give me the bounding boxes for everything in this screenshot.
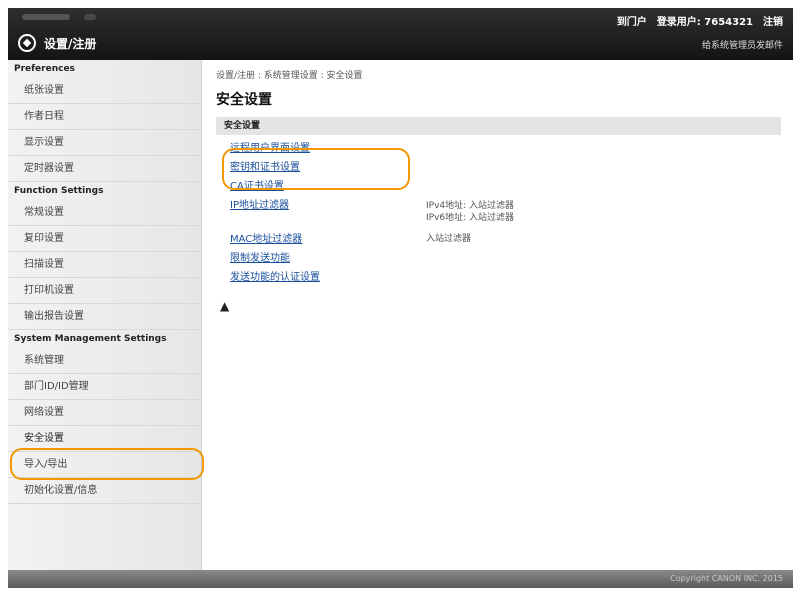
- app-title-label: 设置/注册: [44, 36, 97, 51]
- ip-address-filter-link[interactable]: IP地址过滤器: [230, 200, 289, 211]
- main-content: 设置/注册 : 系统管理设置 : 安全设置 安全设置 安全设置 远程用户界面设置…: [216, 60, 786, 313]
- mail-to-admin-link[interactable]: 给系统管理员发邮件: [702, 38, 783, 51]
- page-title: 安全设置: [216, 92, 272, 108]
- sidebar-section-function-settings: Function Settings: [14, 186, 104, 196]
- sidebar-item-system-management[interactable]: 系统管理: [8, 348, 201, 374]
- key-certificate-settings-link[interactable]: 密钥和证书设置: [230, 162, 300, 173]
- logout-link[interactable]: 注销: [763, 13, 783, 28]
- sidebar-section-system-management: System Management Settings: [14, 334, 167, 344]
- sidebar-item-network-settings[interactable]: 网络设置: [8, 400, 201, 426]
- restrict-send-function-link[interactable]: 限制发送功能: [230, 253, 290, 264]
- section-header: 安全设置: [216, 117, 781, 135]
- sidebar-item-scan-settings[interactable]: 扫描设置: [8, 252, 201, 278]
- list-item: IP地址过滤器 IPv4地址: 入站过滤器 IPv6地址: 入站过滤器: [230, 196, 786, 230]
- breadcrumb: 设置/注册 : 系统管理设置 : 安全设置: [216, 71, 363, 81]
- footer: Copyright CANON INC. 2015: [8, 570, 793, 588]
- settings-link-list: 远程用户界面设置 密钥和证书设置 CA证书设置 IP地址过滤器 IPv4地址: …: [216, 139, 786, 287]
- list-item: 远程用户界面设置: [230, 139, 786, 158]
- list-item: 发送功能的认证设置: [230, 268, 786, 287]
- remote-ui-settings-link[interactable]: 远程用户界面设置: [230, 143, 310, 154]
- header-links: 到门户 登录用户: 7654321 注销: [617, 13, 783, 28]
- mac-address-filter-link[interactable]: MAC地址过滤器: [230, 234, 302, 245]
- device-model: [22, 12, 96, 24]
- sidebar-item-timer-settings[interactable]: 定时器设置: [8, 156, 201, 182]
- settings-icon: [18, 34, 36, 52]
- list-item: MAC地址过滤器 入站过滤器: [230, 230, 786, 249]
- ip-filter-note: IPv4地址: 入站过滤器 IPv6地址: 入站过滤器: [426, 201, 515, 223]
- sidebar-item-import-export[interactable]: 导入/导出: [8, 452, 201, 478]
- portal-link[interactable]: 到门户: [617, 13, 647, 28]
- send-auth-settings-link[interactable]: 发送功能的认证设置: [230, 272, 320, 283]
- sidebar-item-printer-settings[interactable]: 打印机设置: [8, 278, 201, 304]
- sidebar-item-department-id[interactable]: 部门ID/ID管理: [8, 374, 201, 400]
- sidebar: Preferences 纸张设置 作者日程 显示设置 定时器设置 Functio…: [8, 60, 202, 570]
- app-title: 设置/注册: [18, 34, 96, 52]
- list-item: CA证书设置: [230, 177, 786, 196]
- list-item: 密钥和证书设置: [230, 158, 786, 177]
- copyright-text: Copyright CANON INC. 2015: [670, 574, 783, 583]
- mac-filter-note: 入站过滤器: [426, 234, 472, 244]
- sidebar-item-output-report-settings[interactable]: 输出报告设置: [8, 304, 201, 330]
- list-item: 限制发送功能: [230, 249, 786, 268]
- sidebar-item-initialize-settings[interactable]: 初始化设置/信息: [8, 478, 201, 504]
- top-header: 到门户 登录用户: 7654321 注销 设置/注册 给系统管理员发邮件: [8, 8, 793, 60]
- sidebar-item-common-settings[interactable]: 常规设置: [8, 200, 201, 226]
- sidebar-item-display-settings[interactable]: 作者日程: [8, 104, 201, 130]
- sidebar-item-paper-settings[interactable]: 纸张设置: [8, 78, 201, 104]
- sidebar-item-security-settings[interactable]: 安全设置: [8, 426, 201, 452]
- sidebar-item-display[interactable]: 显示设置: [8, 130, 201, 156]
- sidebar-section-preferences: Preferences: [14, 64, 75, 74]
- sidebar-item-copy-settings[interactable]: 复印设置: [8, 226, 201, 252]
- ca-certificate-settings-link[interactable]: CA证书设置: [230, 181, 284, 192]
- login-user-label: 登录用户: 7654321: [656, 17, 753, 28]
- back-to-top-icon[interactable]: ▲: [220, 299, 786, 313]
